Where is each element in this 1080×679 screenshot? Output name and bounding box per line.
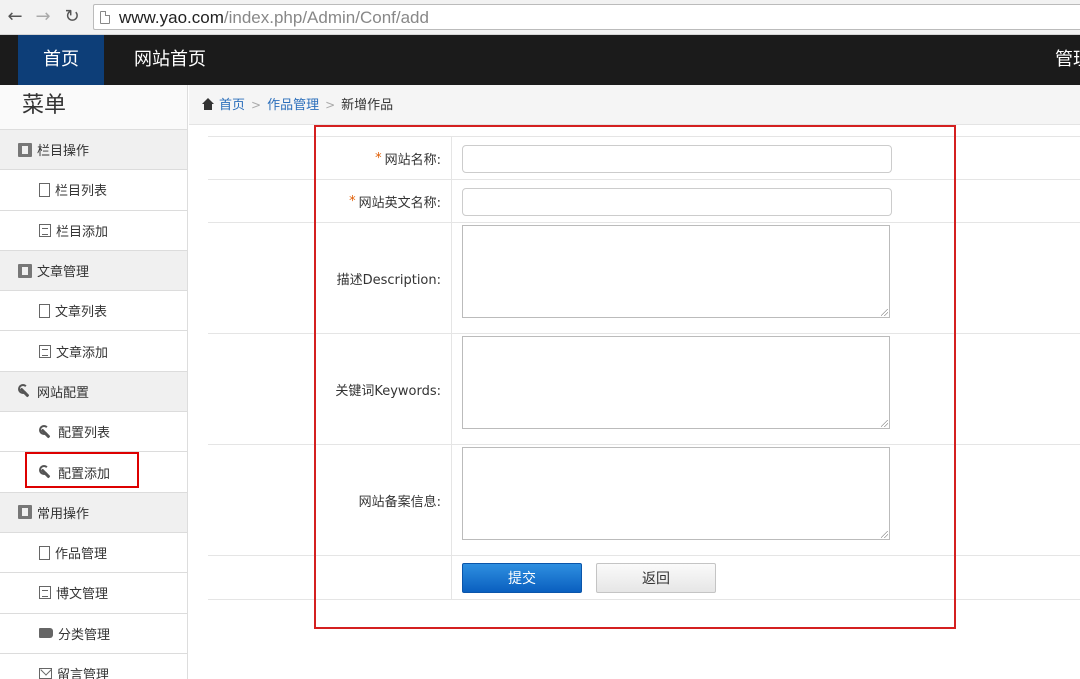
required-mark: *: [375, 150, 382, 166]
top-navbar: 首页 网站首页 管理: [0, 35, 1080, 85]
sidebar-item-label: 配置列表: [58, 426, 111, 442]
url-text: www.yao.com/index.php/Admin/Conf/add: [119, 7, 429, 29]
wrench-icon: [39, 424, 53, 439]
forward-arrow-icon[interactable]: →: [32, 6, 54, 28]
nav-manage[interactable]: 管理: [1055, 35, 1080, 85]
sidebar-item-article-add[interactable]: 文章添加: [0, 331, 187, 372]
field-label: * 网站英文名称:: [208, 180, 452, 222]
sidebar-item-label: 栏目列表: [55, 184, 108, 200]
sidebar-item-label: 文章列表: [55, 305, 108, 321]
sidebar-item-label: 文章添加: [56, 345, 109, 361]
url-path: /index.php/Admin/Conf/add: [223, 8, 429, 27]
sidebar-item-config-list[interactable]: 配置列表: [0, 412, 187, 453]
back-button[interactable]: 返回: [596, 563, 716, 593]
sidebar-item-categories[interactable]: 分类管理: [0, 613, 187, 654]
breadcrumb-separator: >: [251, 98, 262, 112]
breadcrumb-section[interactable]: 作品管理: [267, 98, 319, 113]
config-form: * 网站名称: * 网站英文名称: 描述Description: 关键词Keywor…: [208, 136, 1080, 600]
file-icon: [39, 182, 50, 197]
book-icon: [18, 263, 32, 278]
book-icon: [18, 505, 32, 520]
file-icon: [39, 545, 50, 560]
sidebar-item-column-list[interactable]: 栏目列表: [0, 170, 187, 211]
sidebar-item-label: 分类管理: [58, 627, 111, 643]
form-row-actions: 提交 返回: [208, 556, 1080, 600]
nav-site-home[interactable]: 网站首页: [120, 35, 220, 85]
field-wrap: [462, 188, 892, 216]
form-row-keywords: 关键词Keywords:: [208, 334, 1080, 445]
wrench-icon: [18, 384, 32, 398]
sidebar-item-label: 作品管理: [55, 547, 108, 563]
form-row-description: 描述Description:: [208, 223, 1080, 334]
icp-info-label: 网站备案信息:: [358, 494, 441, 510]
sidebar-group-label: 常用操作: [37, 506, 90, 522]
url-host: www.yao.com: [119, 8, 224, 27]
wrench-icon: [39, 465, 53, 479]
list-icon: [39, 223, 51, 237]
list-icon: [39, 586, 51, 600]
mail-icon: [39, 668, 52, 679]
sidebar-item-label: 留言管理: [57, 668, 110, 679]
keywords-label: 关键词Keywords:: [335, 383, 441, 399]
site-name-input[interactable]: [462, 145, 892, 173]
sidebar-item-works[interactable]: 作品管理: [0, 532, 187, 574]
sidebar-item-config-add[interactable]: 配置添加: [0, 452, 187, 493]
list-icon: [39, 344, 51, 358]
book-icon: [18, 142, 32, 157]
field-wrap: [462, 145, 892, 173]
description-label: 描述Description:: [336, 272, 441, 288]
breadcrumb-current: 新增作品: [341, 98, 394, 113]
back-arrow-icon[interactable]: ←: [4, 6, 26, 28]
file-icon: [39, 303, 50, 318]
description-textarea[interactable]: [462, 225, 890, 318]
sidebar-group-label: 文章管理: [37, 265, 90, 281]
sidebar-group-label: 栏目操作: [37, 144, 90, 160]
sidebar-item-label: 栏目添加: [56, 224, 109, 240]
sidebar-group-column-ops[interactable]: 栏目操作: [0, 130, 187, 171]
breadcrumb: 首页 > 作品管理 > 新增作品: [189, 85, 1080, 125]
sidebar-group-label: 网站配置: [37, 385, 90, 401]
field-label: 关键词Keywords:: [208, 334, 452, 444]
field-wrap: [462, 447, 890, 540]
address-bar[interactable]: www.yao.com/index.php/Admin/Conf/add: [93, 4, 1080, 30]
field-label: [208, 556, 452, 599]
form-row-site-english-name: * 网站英文名称:: [208, 180, 1080, 223]
sidebar-item-column-add[interactable]: 栏目添加: [0, 210, 187, 251]
icp-info-textarea[interactable]: [462, 447, 890, 540]
breadcrumb-separator: >: [325, 98, 336, 112]
field-label: 网站备案信息:: [208, 445, 452, 555]
reload-icon[interactable]: ↻: [61, 6, 83, 28]
breadcrumb-home[interactable]: 首页: [219, 98, 245, 113]
home-icon: [201, 98, 215, 110]
field-label: 描述Description:: [208, 223, 452, 333]
sidebar: 菜单 栏目操作 栏目列表 栏目添加 文章管理 文章列表 文章添加 网站配置 配置…: [0, 85, 188, 679]
sidebar-item-label: 博文管理: [56, 587, 109, 603]
sidebar-item-messages[interactable]: 留言管理: [0, 653, 187, 679]
keywords-textarea[interactable]: [462, 336, 890, 429]
sidebar-group-articles[interactable]: 文章管理: [0, 250, 187, 292]
site-english-name-label: 网站英文名称:: [358, 195, 441, 211]
sidebar-group-site-config[interactable]: 网站配置: [0, 371, 187, 413]
form-row-icp-info: 网站备案信息:: [208, 445, 1080, 556]
required-mark: *: [349, 193, 356, 209]
sidebar-item-article-list[interactable]: 文章列表: [0, 291, 187, 332]
site-name-label: 网站名称:: [384, 152, 441, 168]
field-label: * 网站名称:: [208, 137, 452, 179]
field-wrap: [462, 225, 890, 318]
tags-icon: [39, 628, 53, 639]
field-wrap: [462, 336, 890, 429]
menu-title: 菜单: [0, 85, 187, 130]
nav-home[interactable]: 首页: [18, 35, 104, 85]
sidebar-item-blog[interactable]: 博文管理: [0, 573, 187, 614]
form-row-site-name: * 网站名称:: [208, 137, 1080, 180]
sidebar-group-common[interactable]: 常用操作: [0, 492, 187, 533]
page-icon: [100, 11, 110, 24]
site-english-name-input[interactable]: [462, 188, 892, 216]
submit-button[interactable]: 提交: [462, 563, 582, 593]
browser-toolbar: ← → ↻ www.yao.com/index.php/Admin/Conf/a…: [0, 0, 1080, 35]
